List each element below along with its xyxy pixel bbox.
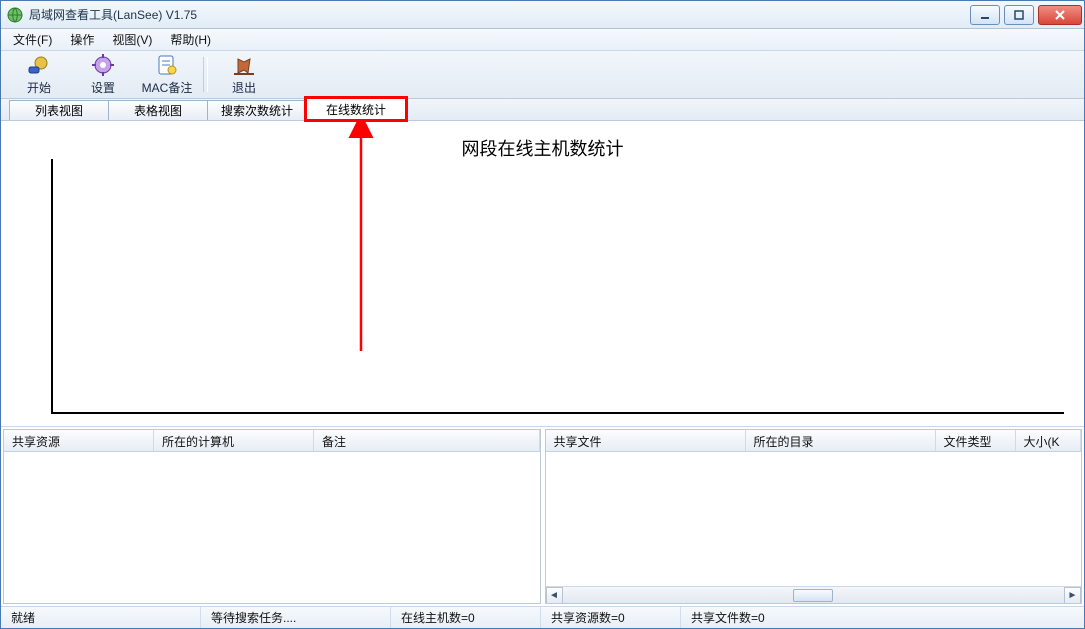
tab-online-count-stats[interactable]: 在线数统计 <box>306 98 406 120</box>
tab-table-view[interactable]: 表格视图 <box>108 100 208 120</box>
chart-pane: 网段在线主机数统计 <box>1 121 1084 426</box>
right-pane-body[interactable] <box>546 452 1082 586</box>
chart-axes <box>51 159 1064 414</box>
settings-label: 设置 <box>91 79 115 96</box>
col-directory[interactable]: 所在的目录 <box>746 430 936 451</box>
horizontal-scrollbar[interactable]: ◄ ► <box>546 586 1082 603</box>
menu-operate[interactable]: 操作 <box>62 29 102 50</box>
tab-search-count-stats[interactable]: 搜索次数统计 <box>207 100 307 120</box>
col-shared-file[interactable]: 共享文件 <box>546 430 746 451</box>
maximize-icon <box>1014 10 1024 20</box>
col-host-computer[interactable]: 所在的计算机 <box>154 430 314 451</box>
toolbar: 开始 设置 MAC备注 退出 <box>1 51 1084 99</box>
shared-resources-pane: 共享资源 所在的计算机 备注 <box>3 429 541 604</box>
status-ready: 就绪 <box>1 607 201 628</box>
scroll-track[interactable] <box>563 587 1065 604</box>
view-tabs: 列表视图 表格视图 搜索次数统计 在线数统计 <box>1 99 1084 121</box>
menu-bar: 文件(F) 操作 视图(V) 帮助(H) <box>1 29 1084 51</box>
scroll-right-button[interactable]: ► <box>1064 587 1081 604</box>
col-size[interactable]: 大小(K <box>1016 430 1082 451</box>
maximize-button[interactable] <box>1004 5 1034 25</box>
menu-help[interactable]: 帮助(H) <box>162 29 219 50</box>
chart-x-axis <box>51 412 1064 414</box>
chart-title: 网段在线主机数统计 <box>462 135 624 161</box>
status-shared-files: 共享文件数=0 <box>681 607 1084 628</box>
exit-label: 退出 <box>232 79 256 96</box>
shared-files-pane: 共享文件 所在的目录 文件类型 大小(K ◄ ► <box>545 429 1083 604</box>
scroll-thumb[interactable] <box>793 589 833 602</box>
settings-button[interactable]: 设置 <box>71 53 135 96</box>
content-area: 网段在线主机数统计 共享资源 所在的计算机 <box>1 121 1084 606</box>
tab-list-view[interactable]: 列表视图 <box>9 100 109 120</box>
scroll-left-button[interactable]: ◄ <box>546 587 563 604</box>
left-column-headers: 共享资源 所在的计算机 备注 <box>4 430 540 452</box>
globe-icon <box>7 7 23 23</box>
status-online-hosts: 在线主机数=0 <box>391 607 541 628</box>
mac-remark-button[interactable]: MAC备注 <box>135 53 199 96</box>
status-bar: 就绪 等待搜索任务.... 在线主机数=0 共享资源数=0 共享文件数=0 <box>1 606 1084 628</box>
close-button[interactable] <box>1038 5 1082 25</box>
col-remark[interactable]: 备注 <box>314 430 540 451</box>
window-title: 局域网查看工具(LanSee) V1.75 <box>29 6 197 23</box>
exit-button[interactable]: 退出 <box>212 53 276 96</box>
title-bar: 局域网查看工具(LanSee) V1.75 <box>1 1 1084 29</box>
left-pane-body[interactable] <box>4 452 540 603</box>
col-shared-resource[interactable]: 共享资源 <box>4 430 154 451</box>
menu-file[interactable]: 文件(F) <box>5 29 60 50</box>
start-label: 开始 <box>27 79 51 96</box>
menu-view[interactable]: 视图(V) <box>104 29 160 50</box>
bottom-panes: 共享资源 所在的计算机 备注 共享文件 所在的目录 文件类型 大小(K ◄ <box>1 426 1084 606</box>
status-shared-resources: 共享资源数=0 <box>541 607 681 628</box>
toolbar-separator <box>203 57 208 92</box>
minimize-button[interactable] <box>970 5 1000 25</box>
gear-icon <box>91 53 115 77</box>
mac-remark-label: MAC备注 <box>142 79 193 96</box>
app-window: 局域网查看工具(LanSee) V1.75 文件(F) 操作 视图(V) 帮助(… <box>0 0 1085 629</box>
window-controls <box>970 5 1082 25</box>
status-waiting: 等待搜索任务.... <box>201 607 391 628</box>
start-icon <box>27 53 51 77</box>
start-button[interactable]: 开始 <box>7 53 71 96</box>
minimize-icon <box>980 10 990 20</box>
chart-y-axis <box>51 159 53 414</box>
note-icon <box>155 53 179 77</box>
col-file-type[interactable]: 文件类型 <box>936 430 1016 451</box>
right-column-headers: 共享文件 所在的目录 文件类型 大小(K <box>546 430 1082 452</box>
exit-icon <box>232 53 256 77</box>
close-icon <box>1054 10 1066 20</box>
